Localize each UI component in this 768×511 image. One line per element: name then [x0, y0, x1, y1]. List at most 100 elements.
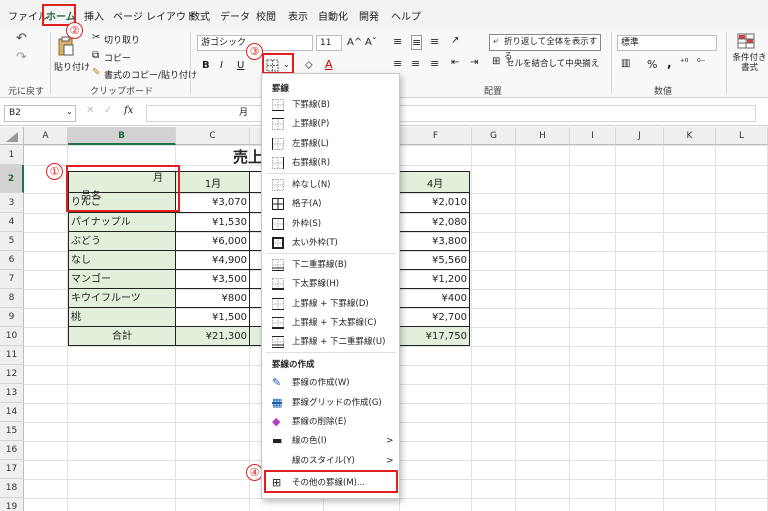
align-left-icon[interactable]: ≡: [393, 57, 402, 70]
row-header-2[interactable]: 2: [0, 165, 24, 193]
row-header-8[interactable]: 8: [0, 289, 24, 308]
thick-outside-border-item[interactable]: 太い外枠(T): [264, 234, 398, 253]
row-header-1[interactable]: 1: [0, 145, 24, 165]
top-bottom-border-item[interactable]: 上罫線 + 下罫線(D): [264, 295, 398, 314]
fill-color-icon[interactable]: ⬦: [305, 58, 313, 72]
tab-review[interactable]: 校閲: [256, 8, 276, 23]
column-header-A[interactable]: A: [24, 127, 68, 145]
item-name[interactable]: 桃: [68, 308, 176, 327]
item-name[interactable]: パイナップル: [68, 213, 176, 232]
item-value-f[interactable]: ¥5,560: [400, 251, 470, 270]
outside-borders-item[interactable]: 外枠(S): [264, 215, 398, 234]
item-value-f[interactable]: ¥2,010: [400, 193, 470, 212]
tab-developer[interactable]: 開発: [359, 8, 379, 23]
column-header-J[interactable]: J: [616, 127, 664, 145]
paste-icon[interactable]: [57, 36, 75, 56]
column-header-L[interactable]: L: [716, 127, 768, 145]
row-header-4[interactable]: 4: [0, 213, 24, 232]
function-icon[interactable]: fx: [124, 105, 133, 116]
tab-data[interactable]: データ: [220, 8, 250, 23]
row-header-19[interactable]: 19: [0, 498, 24, 511]
column-header-C[interactable]: C: [176, 127, 250, 145]
redo-icon[interactable]: ↷: [16, 50, 27, 65]
undo-icon[interactable]: ↶: [16, 31, 27, 46]
row-header-9[interactable]: 9: [0, 308, 24, 327]
item-name[interactable]: キウイフルーツ: [68, 289, 176, 308]
item-value-c[interactable]: ¥1,500: [176, 308, 250, 327]
no-border-item[interactable]: 枠なし(N): [264, 176, 398, 195]
row-header-3[interactable]: 3: [0, 193, 24, 213]
total-value-f[interactable]: ¥17,750: [400, 327, 470, 346]
shrink-font-button[interactable]: Aˇ: [365, 37, 377, 48]
item-value-c[interactable]: ¥6,000: [176, 232, 250, 251]
top-border-item[interactable]: 上罫線(P): [264, 115, 398, 134]
top-thick-bottom-border-item[interactable]: 上罫線 + 下太罫線(C): [264, 314, 398, 333]
cancel-icon[interactable]: ✕: [86, 105, 94, 116]
align-middle-icon[interactable]: ≡: [411, 35, 423, 50]
item-value-c[interactable]: ¥800: [176, 289, 250, 308]
row-header-15[interactable]: 15: [0, 422, 24, 441]
column-header-K[interactable]: K: [664, 127, 716, 145]
item-name[interactable]: なし: [68, 251, 176, 270]
item-value-c[interactable]: ¥3,500: [176, 270, 250, 289]
tab-help[interactable]: ヘルプ: [391, 8, 421, 23]
formula-input[interactable]: 月: [146, 105, 756, 122]
column-header-B[interactable]: B: [68, 127, 176, 145]
bold-button[interactable]: B: [202, 60, 210, 71]
outdent-icon[interactable]: ⇥: [470, 57, 478, 68]
paste-label[interactable]: 貼り付け: [54, 60, 90, 73]
wrap-text-button[interactable]: 折り返して全体を表示する: [489, 34, 601, 62]
item-name[interactable]: ぶどう: [68, 232, 176, 251]
row-header-18[interactable]: 18: [0, 479, 24, 498]
align-right-icon[interactable]: ≡: [430, 57, 439, 70]
column-header-H[interactable]: H: [516, 127, 570, 145]
row-header-11[interactable]: 11: [0, 346, 24, 365]
tab-automate[interactable]: 自動化: [318, 8, 348, 23]
font-color-icon[interactable]: A: [325, 58, 333, 71]
row-header-10[interactable]: 10: [0, 327, 24, 346]
row-header-12[interactable]: 12: [0, 365, 24, 384]
draw-border-grid-item[interactable]: ▦罫線グリッドの作成(G): [264, 394, 398, 413]
conditional-format-icon[interactable]: [737, 33, 755, 49]
row-header-13[interactable]: 13: [0, 384, 24, 403]
total-value-c[interactable]: ¥21,300: [176, 327, 250, 346]
align-center-icon[interactable]: ≡: [411, 57, 420, 70]
row-header-7[interactable]: 7: [0, 270, 24, 289]
font-size-select[interactable]: 11: [316, 35, 342, 51]
row-header-6[interactable]: 6: [0, 251, 24, 270]
percent-button[interactable]: %: [647, 58, 657, 71]
column-header-I[interactable]: I: [570, 127, 616, 145]
italic-button[interactable]: I: [220, 60, 223, 71]
column-header-G[interactable]: G: [472, 127, 516, 145]
conditional-format-label[interactable]: 条件付き書式: [731, 53, 768, 73]
column-header-F[interactable]: F: [400, 127, 472, 145]
decrease-decimal-icon[interactable]: ⁰⁻: [697, 58, 705, 68]
tab-view[interactable]: 表示: [288, 8, 308, 23]
item-value-f[interactable]: ¥400: [400, 289, 470, 308]
all-borders-item[interactable]: 格子(A): [264, 195, 398, 214]
bottom-double-border-item[interactable]: 下二重罫線(B): [264, 256, 398, 275]
row-header-14[interactable]: 14: [0, 403, 24, 422]
item-value-f[interactable]: ¥3,800: [400, 232, 470, 251]
thick-bottom-border-item[interactable]: 下太罫線(H): [264, 275, 398, 294]
item-value-c[interactable]: ¥3,070: [176, 193, 250, 212]
grow-font-button[interactable]: A^: [347, 37, 362, 48]
cut-button[interactable]: 切り取り: [104, 33, 140, 46]
draw-border-item[interactable]: ✎ 罫線の作成(W): [264, 374, 398, 393]
orientation-icon[interactable]: ↗: [451, 35, 459, 46]
erase-border-item[interactable]: ◆ 罫線の削除(E): [264, 413, 398, 432]
top-double-bottom-border-item[interactable]: 上罫線 + 下二重罫線(U): [264, 333, 398, 352]
underline-button[interactable]: U: [237, 60, 244, 71]
tab-page-layout[interactable]: ページ レイアウト: [113, 8, 196, 23]
currency-icon[interactable]: ▥: [621, 58, 630, 69]
bottom-border-item[interactable]: 下罫線(B): [264, 96, 398, 115]
tab-insert[interactable]: 挿入: [84, 8, 104, 23]
name-box-dropdown-icon[interactable]: ⌄: [66, 107, 73, 116]
format-painter-button[interactable]: 書式のコピー/貼り付け: [104, 68, 197, 81]
row-header-16[interactable]: 16: [0, 441, 24, 460]
item-value-c[interactable]: ¥1,530: [176, 213, 250, 232]
increase-decimal-icon[interactable]: ⁺⁰: [680, 58, 688, 68]
left-border-item[interactable]: 左罫線(L): [264, 135, 398, 154]
item-value-f[interactable]: ¥2,080: [400, 213, 470, 232]
item-value-c[interactable]: ¥4,900: [176, 251, 250, 270]
